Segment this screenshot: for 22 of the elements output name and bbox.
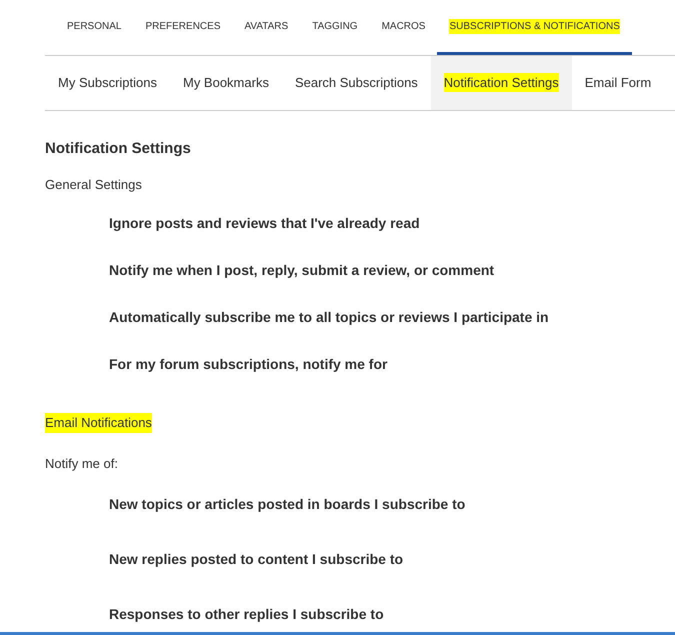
subtab[interactable]: My Subscriptions — [45, 56, 170, 110]
tab[interactable]: PREFERENCES — [133, 0, 232, 55]
section-subheading: Email Notifications — [45, 413, 152, 432]
option-label: Responses to other replies I subscribe to — [109, 605, 384, 623]
tab[interactable]: PERSONAL — [55, 0, 134, 55]
tab[interactable]: TAGGING — [300, 0, 370, 55]
section-subheading: General Settings — [45, 176, 142, 194]
option-label: For my forum subscriptions, notify me for — [109, 355, 388, 373]
subtab[interactable]: Search Subscriptions — [282, 56, 431, 110]
option-label: New topics or articles posted in boards I subscribe to — [109, 495, 466, 513]
option-label: Automatically subscribe me to all topics or reviews I participate in — [109, 308, 549, 326]
option-label: Notify me when I post, reply, submit a review, or comment — [109, 261, 494, 279]
option-label: Ignore posts and reviews that I've already read — [109, 214, 420, 232]
tab[interactable]: AVATARS — [232, 0, 300, 55]
section-heading: Notification Settings — [45, 139, 191, 159]
tab[interactable]: SUBSCRIPTIONS & NOTIFICATIONS — [437, 0, 632, 55]
option-label: New replies posted to content I subscribe to — [109, 550, 404, 568]
intro-text: Notify me of: — [45, 454, 118, 473]
subtab[interactable]: Email Form — [572, 56, 664, 110]
subtab[interactable]: My Bookmarks — [170, 56, 282, 110]
tab[interactable]: MACROS — [370, 0, 438, 55]
subtab[interactable]: Notification Settings — [430, 56, 572, 110]
